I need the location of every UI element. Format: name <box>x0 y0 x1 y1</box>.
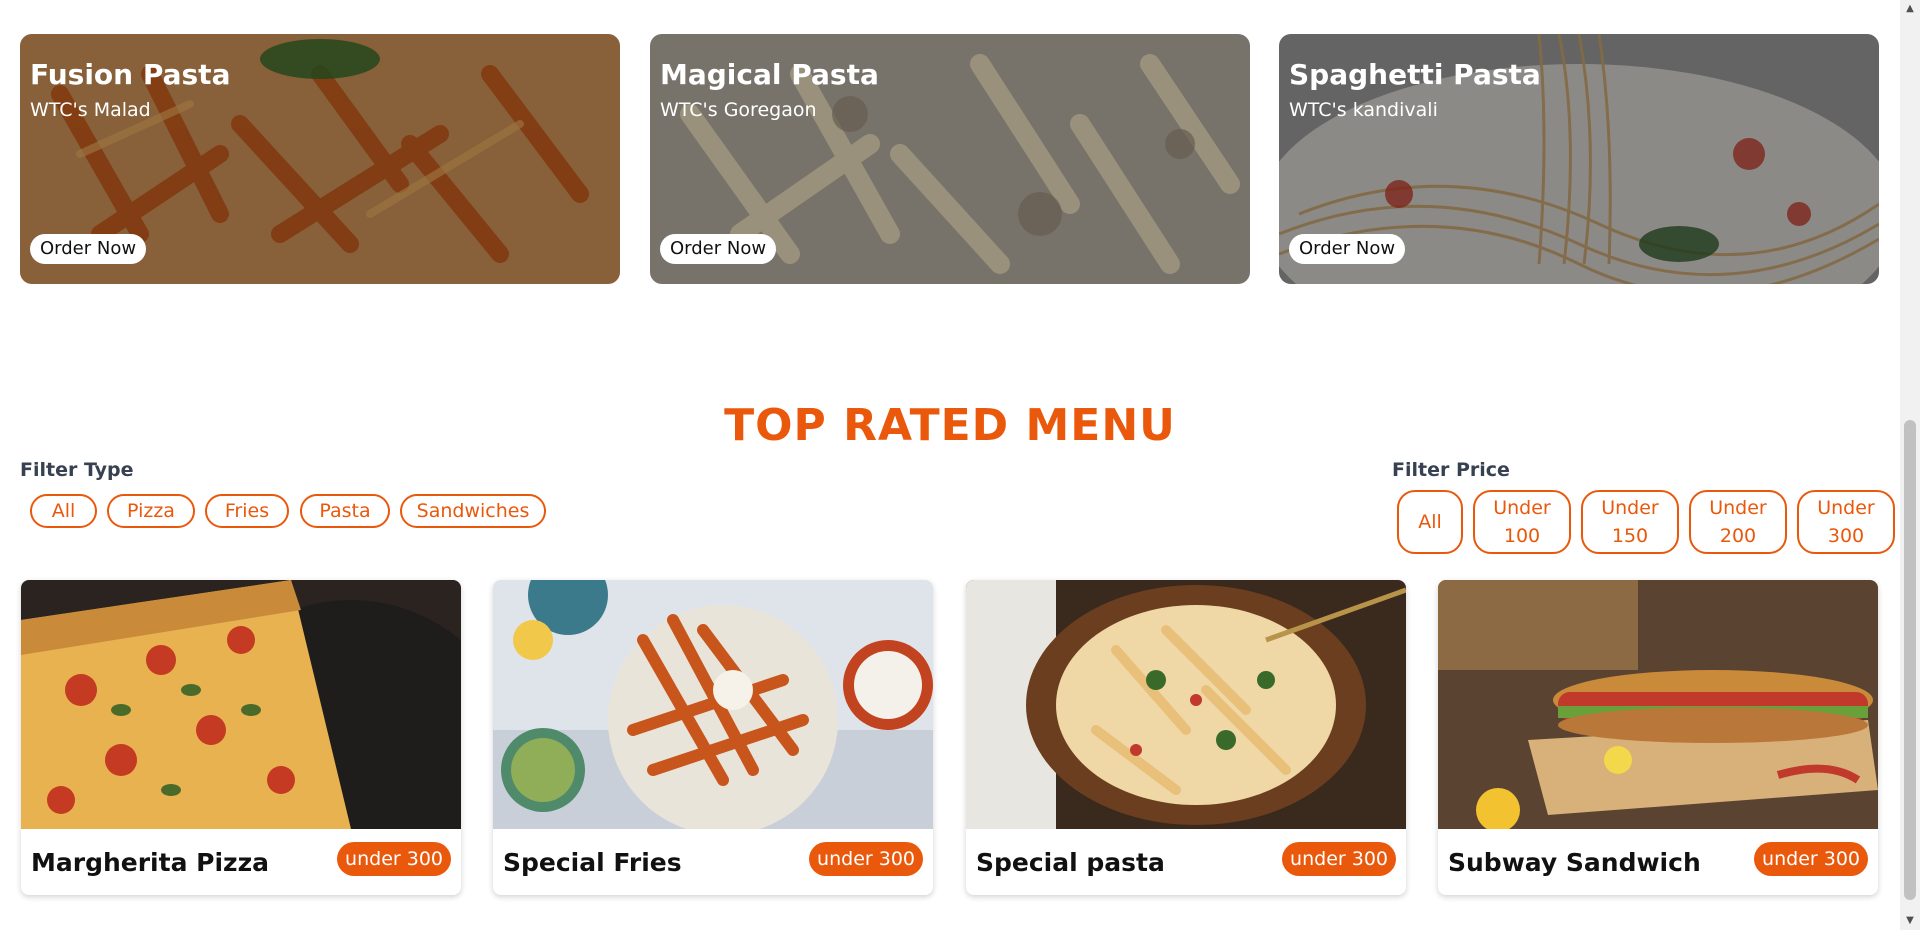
filter-type-all[interactable]: All <box>30 494 97 528</box>
filter-price-under-150[interactable]: Under 150 <box>1581 490 1679 554</box>
filter-price-under-200[interactable]: Under 200 <box>1689 490 1787 554</box>
promo-card-spaghetti-pasta[interactable]: Spaghetti Pasta WTC's kandivali Order No… <box>1279 34 1879 284</box>
scroll-up-arrow-icon[interactable]: ▲ <box>1900 0 1920 18</box>
section-title: TOP RATED MENU <box>724 400 1176 451</box>
price-pill-line2: 100 <box>1503 525 1541 547</box>
pizza-image <box>21 580 461 829</box>
menu-card-margherita-pizza[interactable]: Margherita Pizza under 300 <box>21 580 461 895</box>
price-badge: under 300 <box>809 842 923 876</box>
promo-card-fusion-pasta[interactable]: Fusion Pasta WTC's Malad Order Now <box>20 34 620 284</box>
price-pill-line1: Under <box>1601 497 1659 519</box>
price-badge: under 300 <box>337 842 451 876</box>
filter-price-under-100[interactable]: Under 100 <box>1473 490 1571 554</box>
filter-price-all[interactable]: All <box>1397 490 1463 554</box>
price-pill-line1: Under <box>1709 497 1767 519</box>
menu-item-name: Subway Sandwich <box>1448 848 1701 877</box>
filter-price-label: Filter Price <box>1392 459 1510 481</box>
filter-type-pizza[interactable]: Pizza <box>107 494 195 528</box>
price-pill-line1: Under <box>1817 497 1875 519</box>
price-badge: under 300 <box>1754 842 1868 876</box>
price-pill-line2: 200 <box>1719 525 1757 547</box>
price-badge: under 300 <box>1282 842 1396 876</box>
price-pill-line2: 150 <box>1611 525 1649 547</box>
price-pill-line1: Under <box>1493 497 1551 519</box>
fries-image <box>493 580 933 829</box>
promo-location: WTC's Malad <box>30 99 151 121</box>
menu-item-name: Margherita Pizza <box>31 848 270 877</box>
filter-type-label: Filter Type <box>20 459 134 481</box>
filter-price-under-300[interactable]: Under 300 <box>1797 490 1895 554</box>
page: Fusion Pasta WTC's Malad Order Now Magic… <box>0 0 1900 930</box>
order-now-button[interactable]: Order Now <box>30 234 147 264</box>
price-pill-line1: All <box>1418 511 1442 533</box>
promo-title: Spaghetti Pasta <box>1289 58 1541 91</box>
menu-card-special-fries[interactable]: Special Fries under 300 <box>493 580 933 895</box>
promo-title: Fusion Pasta <box>30 58 231 91</box>
order-now-button[interactable]: Order Now <box>660 234 777 264</box>
promo-location: WTC's Goregaon <box>660 99 817 121</box>
scroll-down-arrow-icon[interactable]: ▼ <box>1900 912 1920 930</box>
promo-location: WTC's kandivali <box>1289 99 1438 121</box>
order-now-button[interactable]: Order Now <box>1289 234 1406 264</box>
menu-card-special-pasta[interactable]: Special pasta under 300 <box>966 580 1406 895</box>
page-scrollbar[interactable]: ▲ ▼ <box>1900 0 1920 930</box>
promo-title: Magical Pasta <box>660 58 879 91</box>
pasta-bowl-image <box>966 580 1406 829</box>
menu-card-subway-sandwich[interactable]: Subway Sandwich under 300 <box>1438 580 1878 895</box>
menu-item-name: Special Fries <box>503 848 682 877</box>
scrollbar-thumb[interactable] <box>1904 420 1916 900</box>
filter-type-sandwiches[interactable]: Sandwiches <box>400 494 546 528</box>
menu-item-name: Special pasta <box>976 848 1165 877</box>
filter-type-fries[interactable]: Fries <box>205 494 289 528</box>
sandwich-image <box>1438 580 1878 829</box>
price-pill-line2: 300 <box>1827 525 1865 547</box>
filter-type-pasta[interactable]: Pasta <box>300 494 390 528</box>
promo-card-magical-pasta[interactable]: Magical Pasta WTC's Goregaon Order Now <box>650 34 1250 284</box>
